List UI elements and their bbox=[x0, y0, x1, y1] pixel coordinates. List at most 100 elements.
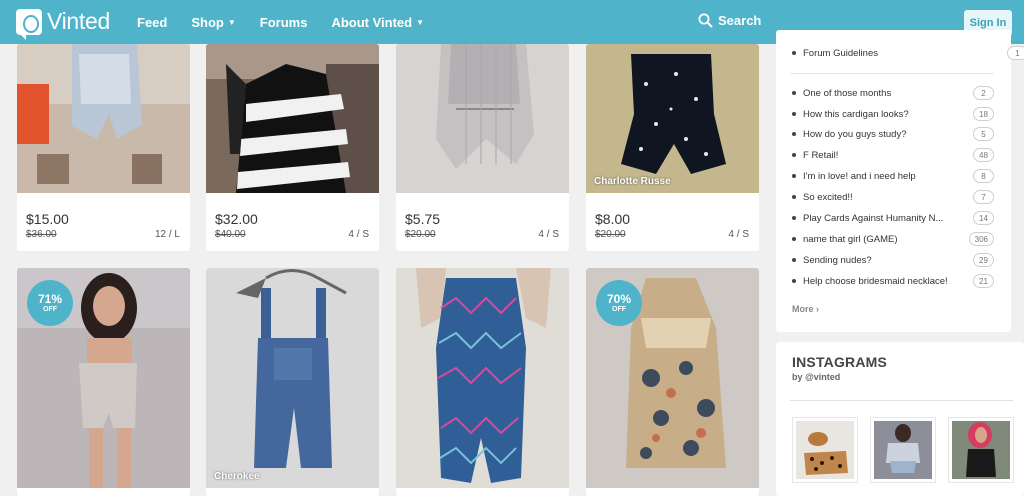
vinted-logo[interactable]: Vinted bbox=[16, 8, 110, 40]
brand-label: Charlotte Russe bbox=[594, 176, 671, 187]
forum-topic[interactable]: Sending nudes? 29 bbox=[792, 253, 994, 267]
reply-count-badge: 2 bbox=[973, 86, 994, 100]
product-card[interactable]: $5.75 $20.00 4 / S bbox=[396, 44, 569, 251]
forum-topic-pinned[interactable]: Forum Guidelines 1 bbox=[792, 46, 1024, 60]
bullet-icon bbox=[792, 153, 796, 157]
product-photo bbox=[396, 268, 569, 488]
reply-count-badge: 21 bbox=[973, 274, 994, 288]
nav-forums[interactable]: Forums bbox=[260, 15, 308, 30]
product-photo bbox=[206, 268, 379, 488]
product-card[interactable]: Charlotte Russe $8.00 $20.00 4 / S bbox=[586, 44, 759, 251]
product-photo bbox=[396, 44, 569, 193]
forum-topic[interactable]: Play Cards Against Humanity N... 14 bbox=[792, 211, 994, 225]
instagram-handle[interactable]: by @vinted bbox=[792, 372, 840, 382]
discount-badge: 70% OFF bbox=[596, 280, 642, 326]
size: 4 / S bbox=[728, 229, 749, 240]
forum-more-link[interactable]: More › bbox=[792, 304, 819, 314]
product-photo bbox=[17, 44, 190, 193]
chevron-down-icon: ▼ bbox=[416, 17, 424, 27]
product-card[interactable]: 70% OFF bbox=[586, 268, 759, 496]
instagram-thumbnail[interactable] bbox=[870, 417, 936, 483]
product-photo-wrap: Cherokee bbox=[206, 268, 379, 488]
reply-count-badge: 8 bbox=[973, 169, 994, 183]
reply-count-badge: 7 bbox=[973, 190, 994, 204]
discount-badge: 71% OFF bbox=[27, 280, 73, 326]
reply-count-badge: 5 bbox=[973, 127, 994, 141]
forum-topic[interactable]: So excited!! 7 bbox=[792, 190, 994, 204]
reply-count-badge: 306 bbox=[968, 232, 994, 246]
price: $15.00 bbox=[26, 211, 69, 227]
discount-off: OFF bbox=[612, 306, 626, 313]
search-button[interactable]: Search bbox=[698, 13, 761, 28]
forum-topic-title: I'm in love! and i need help bbox=[803, 170, 916, 182]
discount-off: OFF bbox=[43, 306, 57, 313]
product-card[interactable]: 71% OFF bbox=[17, 268, 190, 496]
forum-topic-title: Help choose bridesmaid necklace! bbox=[803, 275, 948, 287]
price: $32.00 bbox=[215, 211, 258, 227]
forum-topic-title: Play Cards Against Humanity N... bbox=[803, 212, 944, 224]
forum-topic[interactable]: How do you guys study? 5 bbox=[792, 127, 994, 141]
forum-topic[interactable]: name that girl (GAME) 306 bbox=[792, 232, 994, 246]
forum-topic-title: F Retail! bbox=[803, 149, 839, 161]
chevron-down-icon: ▼ bbox=[227, 17, 236, 27]
instagram-title: INSTAGRAMS bbox=[792, 354, 888, 370]
forum-topic-title: Forum Guidelines bbox=[803, 47, 878, 59]
reply-count-badge: 1 bbox=[1007, 46, 1024, 60]
bullet-icon bbox=[792, 195, 796, 199]
forum-topic-title: How do you guys study? bbox=[803, 128, 907, 140]
size: 4 / S bbox=[348, 229, 369, 240]
forum-topic-title: One of those months bbox=[803, 87, 892, 99]
original-price: $40.00 bbox=[215, 229, 246, 240]
bullet-icon bbox=[792, 279, 796, 283]
product-photo bbox=[586, 44, 759, 193]
instagram-thumbnail[interactable] bbox=[948, 417, 1014, 483]
bullet-icon bbox=[792, 174, 796, 178]
product-card[interactable]: $32.00 $40.00 4 / S bbox=[206, 44, 379, 251]
discount-percent: 71% bbox=[37, 292, 63, 306]
search-icon bbox=[698, 13, 713, 28]
nav-feed[interactable]: Feed bbox=[137, 15, 167, 30]
bullet-icon bbox=[792, 216, 796, 220]
discount-percent: 70% bbox=[606, 292, 632, 306]
instagram-photo bbox=[796, 421, 854, 479]
product-card[interactable] bbox=[396, 268, 569, 496]
product-photo bbox=[206, 44, 379, 193]
main-nav: Feed Shop ▼ Forums About Vinted ▼ bbox=[137, 0, 448, 44]
original-price: $20.00 bbox=[405, 229, 436, 240]
instagram-photo bbox=[952, 421, 1010, 479]
instagram-divider bbox=[790, 400, 1013, 401]
nav-shop[interactable]: Shop ▼ bbox=[191, 15, 235, 30]
forum-topic[interactable]: Help choose bridesmaid necklace! 21 bbox=[792, 274, 994, 288]
product-card[interactable]: $15.00 $36.00 12 / L bbox=[17, 44, 190, 251]
forum-topic[interactable]: How this cardigan looks? 18 bbox=[792, 107, 994, 121]
size: 4 / S bbox=[538, 229, 559, 240]
instagram-photo bbox=[874, 421, 932, 479]
reply-count-badge: 48 bbox=[973, 148, 994, 162]
instagram-thumbnail[interactable] bbox=[792, 417, 858, 483]
nav-shop-label: Shop bbox=[191, 14, 224, 30]
logo-text: Vinted bbox=[47, 8, 110, 34]
original-price: $20.00 bbox=[595, 229, 626, 240]
forum-topic[interactable]: I'm in love! and i need help 8 bbox=[792, 169, 994, 183]
product-photo-wrap: Charlotte Russe bbox=[586, 44, 759, 193]
original-price: $36.00 bbox=[26, 229, 57, 240]
price: $8.00 bbox=[595, 211, 631, 227]
forum-topic[interactable]: F Retail! 48 bbox=[792, 148, 994, 162]
reply-count-badge: 29 bbox=[973, 253, 994, 267]
size: 12 / L bbox=[154, 229, 180, 240]
bullet-icon bbox=[792, 91, 796, 95]
bullet-icon bbox=[792, 112, 796, 116]
forum-topic[interactable]: One of those months 2 bbox=[792, 86, 994, 100]
forum-topic-title: Sending nudes? bbox=[803, 254, 872, 266]
chevron-right-icon: › bbox=[816, 304, 820, 314]
bullet-icon bbox=[792, 237, 796, 241]
forum-topic-title: So excited!! bbox=[803, 191, 853, 203]
bullet-icon bbox=[792, 51, 796, 55]
price: $5.75 bbox=[405, 211, 441, 227]
reply-count-badge: 18 bbox=[973, 107, 994, 121]
nav-about[interactable]: About Vinted ▼ bbox=[331, 15, 424, 30]
bullet-icon bbox=[792, 132, 796, 136]
product-card[interactable]: Cherokee bbox=[206, 268, 379, 496]
nav-about-label: About Vinted bbox=[331, 14, 413, 30]
brand-label: Cherokee bbox=[214, 471, 260, 482]
